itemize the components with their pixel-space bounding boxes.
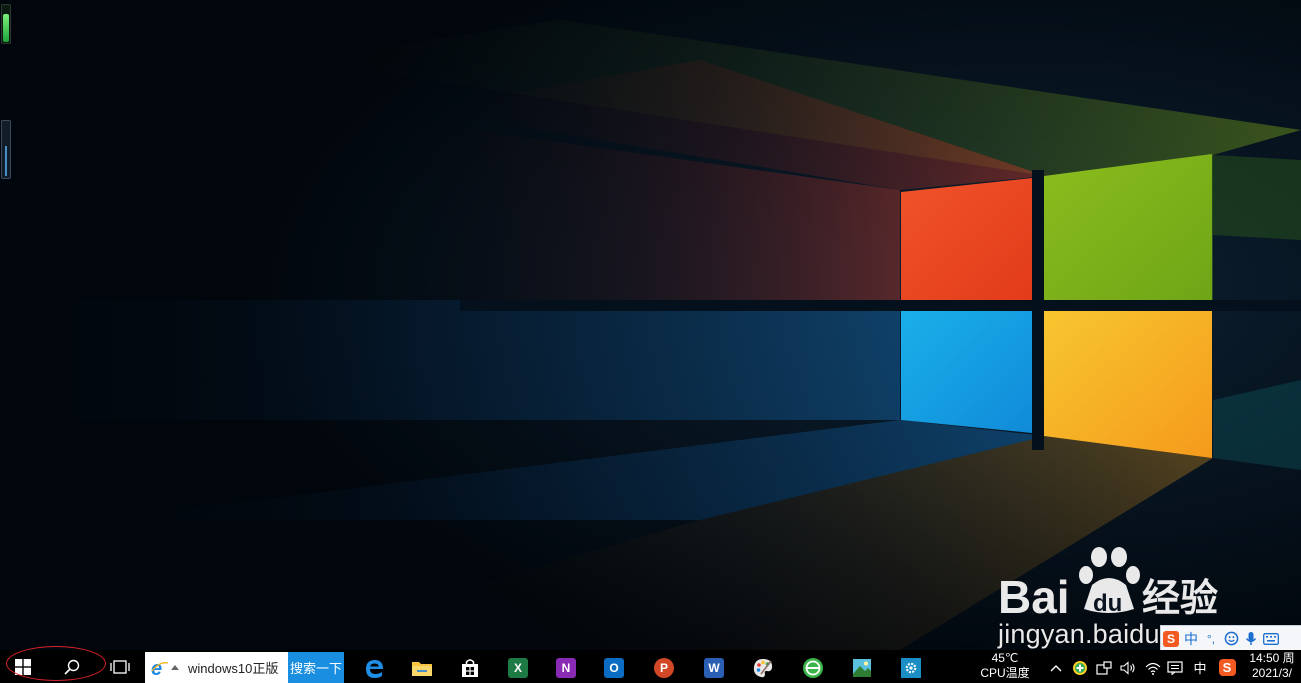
- device-icon: [1096, 660, 1112, 675]
- wifi-icon: [1145, 662, 1161, 675]
- ie-search-submit-button[interactable]: 搜索一下: [288, 652, 344, 683]
- onenote-icon: N: [556, 657, 576, 678]
- sogou-icon: S: [1218, 659, 1236, 676]
- tray-device-icon[interactable]: [1093, 652, 1115, 683]
- powerpoint-icon: P: [654, 657, 674, 678]
- jingyan-text: 经验: [1142, 576, 1218, 620]
- baidu-logo-text: Bai: [998, 571, 1070, 620]
- cpu-gauge-bar: [1, 4, 11, 44]
- taskbar-app-settings[interactable]: [892, 652, 930, 683]
- paint-palette-icon: [753, 658, 773, 677]
- store-icon: [462, 658, 478, 677]
- ie-search-box[interactable]: e windows10正版: [145, 652, 288, 683]
- dropdown-arrow-icon[interactable]: [171, 664, 179, 672]
- sogou-logo-icon[interactable]: S: [1161, 627, 1181, 650]
- search-button[interactable]: [48, 650, 96, 683]
- volume-button[interactable]: [1117, 652, 1139, 683]
- cpu-temp-label: CPU温度: [980, 666, 1030, 680]
- baidu-du-text: du: [1093, 590, 1122, 617]
- svg-text:e: e: [151, 659, 162, 677]
- memory-gauge-bar: [1, 120, 11, 179]
- smiley-icon[interactable]: [1221, 627, 1241, 650]
- windows-logo-icon: [15, 658, 31, 675]
- excel-icon: X: [508, 657, 528, 678]
- taskbar-app-edge[interactable]: [355, 652, 393, 683]
- cpu-temperature[interactable]: 45℃ CPU温度: [968, 651, 1042, 681]
- ime-toolbar[interactable]: S 中 °,: [1160, 625, 1301, 650]
- sogou-tray-button[interactable]: S: [1215, 652, 1239, 683]
- taskbar-app-paint[interactable]: [744, 652, 782, 683]
- clock-time: 14:50 周: [1249, 651, 1295, 665]
- taskbar-app-excel[interactable]: X: [499, 652, 537, 683]
- taskbar-app-green[interactable]: [794, 652, 832, 683]
- ime-mode-toggle[interactable]: 中: [1181, 627, 1201, 650]
- ie-icon: e: [151, 659, 169, 677]
- baidu-logo: Bai du 经验: [998, 547, 1218, 620]
- green-e-icon: [803, 657, 823, 678]
- start-button[interactable]: [0, 650, 46, 683]
- edge-icon: [366, 659, 383, 678]
- desktop[interactable]: Bai du 经验 jingyan.baidu.com S 中 °,: [0, 0, 1301, 650]
- taskbar-app-file-explorer[interactable]: [403, 652, 441, 683]
- folder-icon: [412, 661, 432, 676]
- taskbar-app-store[interactable]: [451, 652, 489, 683]
- word-icon: W: [704, 657, 724, 678]
- taskbar-app-onenote[interactable]: N: [547, 652, 585, 683]
- cpu-temp-value: 45℃: [991, 651, 1019, 665]
- ime-mode-indicator[interactable]: 中: [1188, 652, 1212, 683]
- keyboard-icon[interactable]: [1261, 627, 1281, 650]
- task-view-button[interactable]: [100, 650, 140, 683]
- gear-icon: [901, 657, 921, 678]
- outlook-icon: O: [604, 657, 624, 678]
- network-button[interactable]: [1142, 652, 1164, 683]
- ie-search-input[interactable]: windows10正版: [188, 658, 278, 677]
- message-icon: [1167, 660, 1183, 675]
- plus-circle-icon: [1073, 660, 1087, 675]
- taskbar-app-word[interactable]: W: [695, 652, 733, 683]
- show-hidden-icons-chevron[interactable]: [1046, 652, 1066, 683]
- punctuation-toggle[interactable]: °,: [1201, 627, 1221, 650]
- clock-date: 2021/3/: [1251, 666, 1293, 680]
- chevron-up-icon: [1050, 664, 1062, 671]
- search-icon: [64, 659, 80, 675]
- task-view-icon: [110, 659, 130, 674]
- clock[interactable]: 14:50 周 2021/3/: [1243, 651, 1301, 681]
- action-center-button[interactable]: [1164, 652, 1186, 683]
- taskbar-app-photos[interactable]: [843, 652, 881, 683]
- speaker-icon: [1120, 660, 1135, 675]
- taskbar-app-outlook[interactable]: O: [595, 652, 633, 683]
- microphone-icon[interactable]: [1241, 627, 1261, 650]
- photo-icon: [853, 658, 871, 677]
- taskbar-app-powerpoint[interactable]: P: [645, 652, 683, 683]
- tray-green-plus-icon[interactable]: [1069, 652, 1091, 683]
